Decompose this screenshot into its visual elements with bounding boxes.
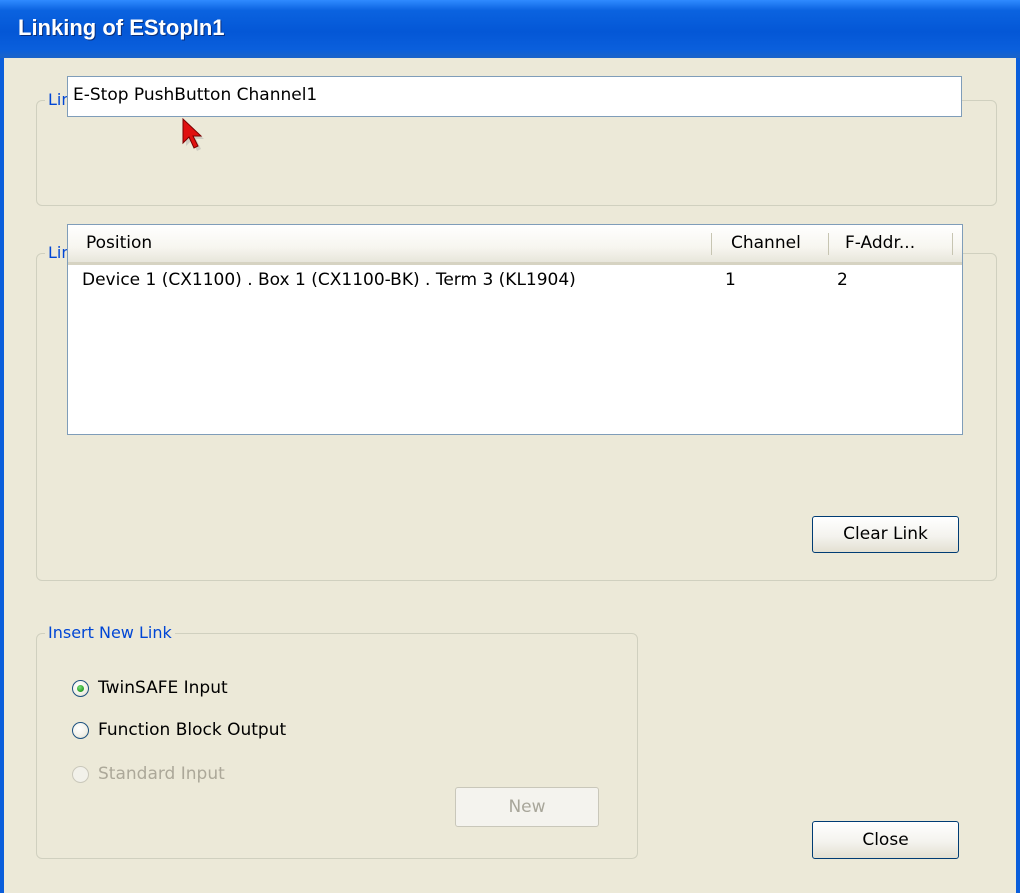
column-divider[interactable] bbox=[828, 233, 829, 255]
radio-checked-icon[interactable] bbox=[72, 679, 89, 697]
radio-standard-input: Standard Input bbox=[72, 760, 225, 788]
radio-label: Standard Input bbox=[98, 764, 225, 784]
radio-disabled-icon bbox=[72, 765, 89, 783]
links-list-header: Position Channel F-Addr... bbox=[68, 225, 962, 265]
column-header-position[interactable]: Position bbox=[86, 225, 706, 262]
row-channel: 1 bbox=[725, 270, 736, 290]
clear-link-button[interactable]: Clear Link bbox=[812, 516, 959, 553]
radio-function-block-output[interactable]: Function Block Output bbox=[72, 716, 286, 744]
row-faddr: 2 bbox=[837, 270, 848, 290]
radio-unchecked-icon[interactable] bbox=[72, 721, 89, 739]
column-divider[interactable] bbox=[711, 233, 712, 255]
radio-label: TwinSAFE Input bbox=[98, 678, 228, 698]
row-position: Device 1 (CX1100) . Box 1 (CX1100-BK) . … bbox=[82, 270, 576, 290]
mouse-pointer-icon bbox=[182, 117, 204, 151]
title-bar[interactable]: Linking of EStopIn1 bbox=[0, 0, 1020, 58]
radio-twinsafe-input[interactable]: TwinSAFE Input bbox=[72, 674, 228, 702]
new-button: New bbox=[455, 787, 599, 827]
column-header-channel[interactable]: Channel bbox=[731, 225, 821, 262]
insert-new-link-legend: Insert New Link bbox=[45, 622, 175, 644]
column-header-faddr[interactable]: F-Addr... bbox=[845, 225, 940, 262]
dialog-window: Linking of EStopIn1 Link Alias Links Ins… bbox=[0, 0, 1020, 893]
column-divider[interactable] bbox=[952, 233, 953, 255]
window-title: Linking of EStopIn1 bbox=[18, 15, 225, 40]
links-list[interactable]: Position Channel F-Addr... Device 1 (CX1… bbox=[67, 224, 963, 435]
link-alias-input[interactable]: E-Stop PushButton Channel1 bbox=[67, 76, 962, 117]
radio-label: Function Block Output bbox=[98, 720, 287, 740]
close-button[interactable]: Close bbox=[812, 821, 959, 859]
